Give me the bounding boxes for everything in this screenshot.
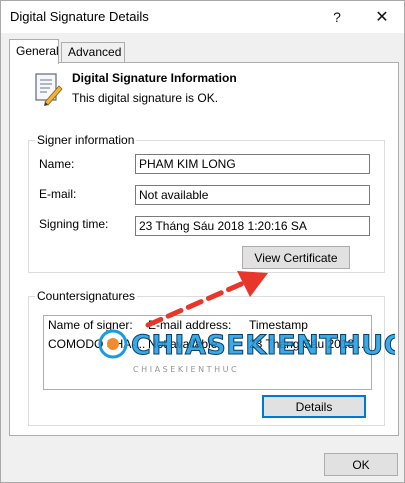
digital-signature-dialog: Digital Signature Details ? ✕ General Ad… [0, 0, 405, 483]
view-certificate-button[interactable]: View Certificate [242, 246, 350, 269]
ok-button[interactable]: OK [324, 453, 398, 476]
signature-info-title: Digital Signature Information [72, 71, 237, 85]
table-row[interactable]: COMODO SHA-... Not available 23 Tháng Sá… [44, 335, 371, 353]
column-header-email[interactable]: E-mail address: [148, 318, 231, 332]
signer-group-label: Signer information [35, 133, 137, 147]
countersignatures-group-label: Countersignatures [35, 289, 138, 303]
column-header-timestamp[interactable]: Timestamp [249, 318, 308, 332]
name-label: Name: [39, 157, 75, 171]
column-header-name[interactable]: Name of signer: [48, 318, 133, 332]
help-button[interactable]: ? [315, 1, 359, 33]
window-title: Digital Signature Details [10, 9, 149, 24]
tab-general[interactable]: General [9, 39, 59, 64]
email-label: E-mail: [39, 187, 77, 201]
name-field[interactable]: PHAM KIM LONG [135, 154, 370, 174]
signing-time-field[interactable]: 23 Tháng Sáu 2018 1:20:16 SA [135, 216, 370, 236]
row-signer-name: COMODO SHA-... [48, 337, 146, 351]
email-field[interactable]: Not available [135, 185, 370, 205]
close-button[interactable]: ✕ [360, 1, 404, 33]
row-email: Not available [148, 337, 218, 351]
row-timestamp: 23 Tháng Sáu 2018 ... [249, 337, 368, 351]
general-tab-panel: Digital Signature Information This digit… [9, 62, 399, 436]
tab-advanced[interactable]: Advanced [61, 42, 125, 63]
countersignature-list[interactable]: Name of signer: E-mail address: Timestam… [43, 315, 372, 390]
details-button[interactable]: Details [262, 395, 366, 418]
list-header: Name of signer: E-mail address: Timestam… [44, 316, 371, 334]
certificate-document-icon [35, 73, 63, 106]
signature-status-text: This digital signature is OK. [72, 91, 219, 105]
title-bar: Digital Signature Details ? ✕ [1, 1, 404, 33]
signing-time-label: Signing time: [39, 217, 109, 231]
